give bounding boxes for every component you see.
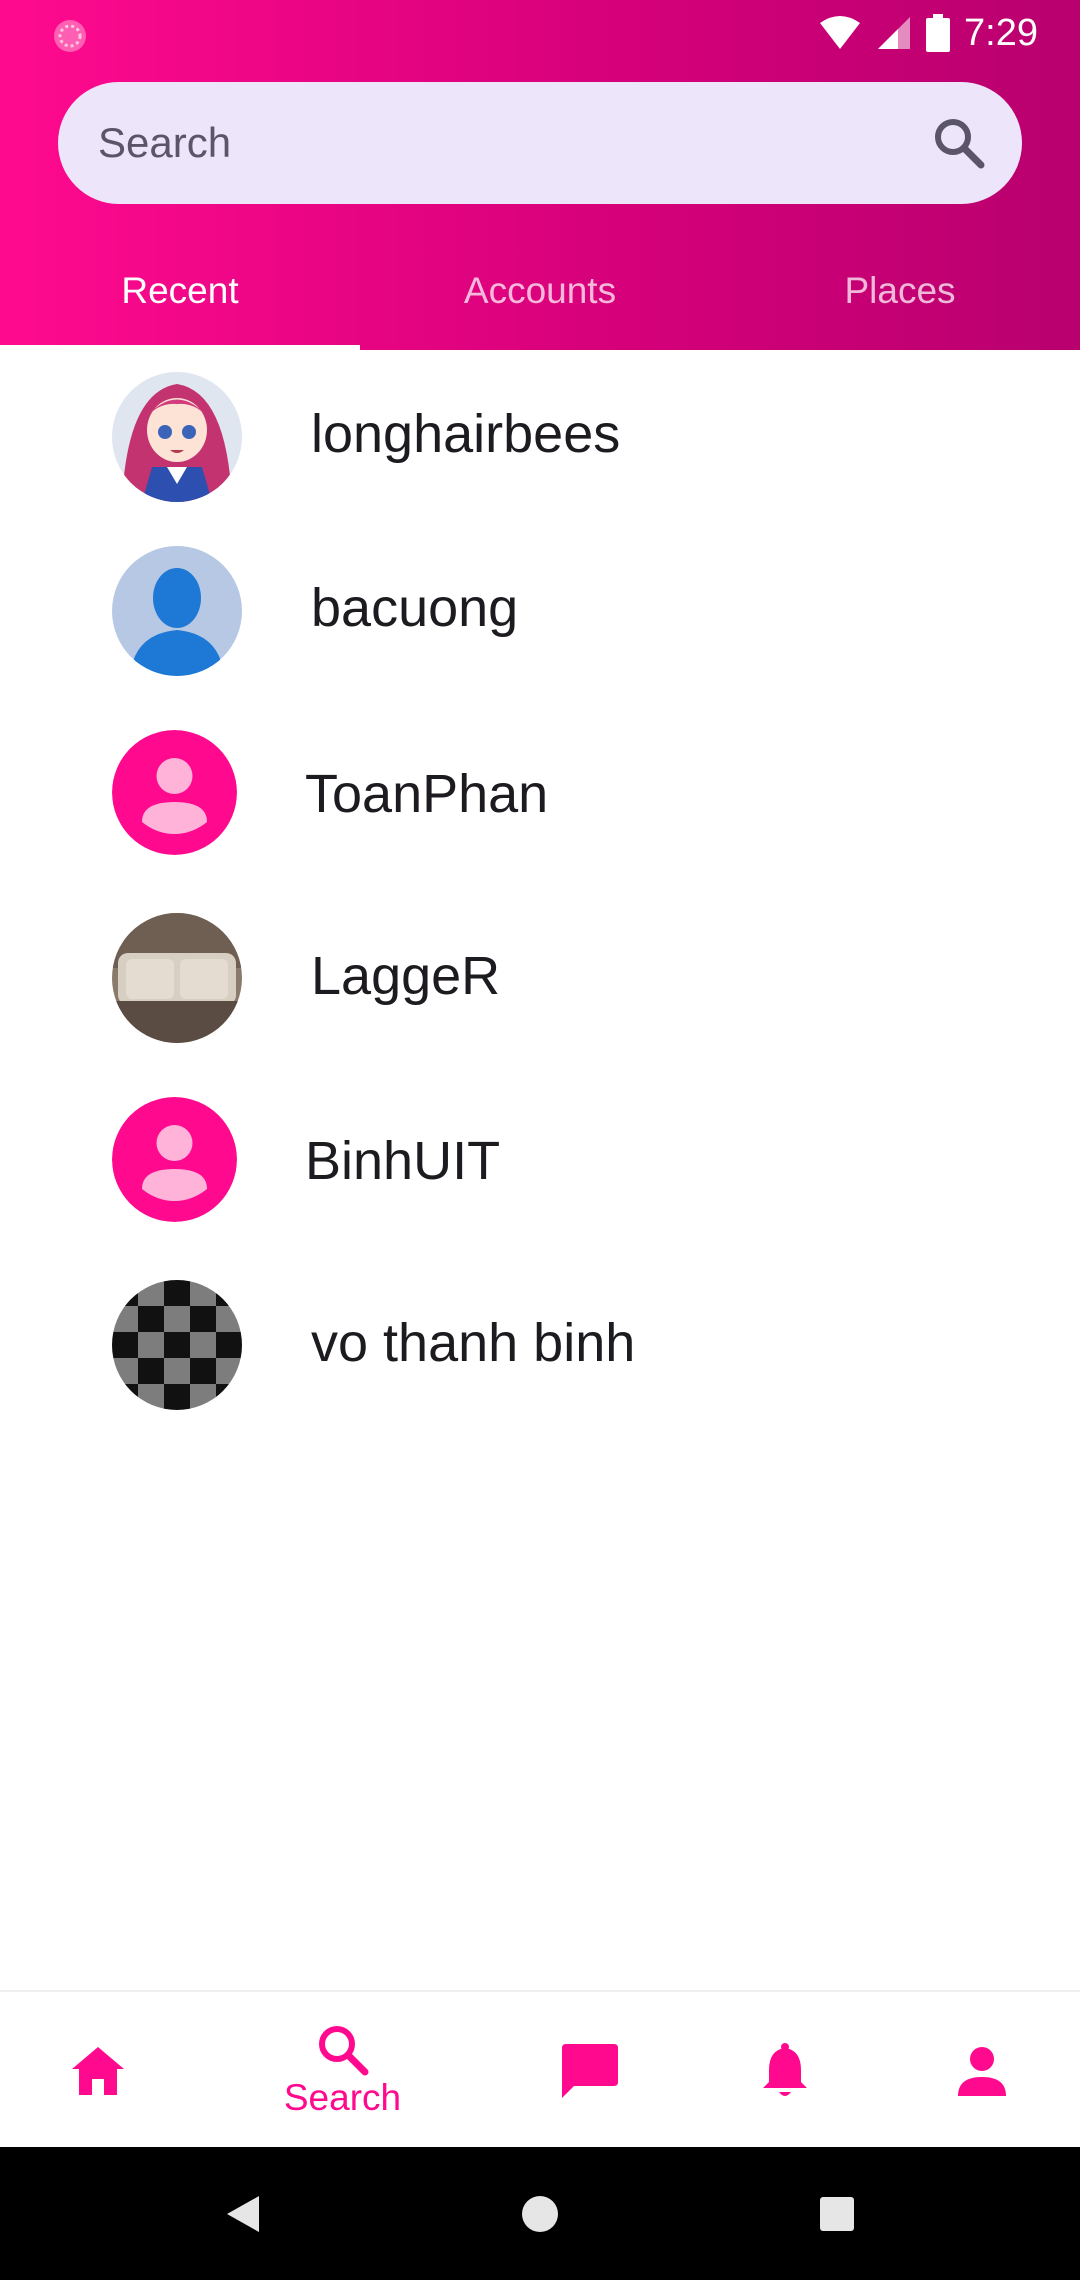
search-icon <box>935 119 985 169</box>
tab-recent[interactable]: Recent <box>0 232 360 350</box>
checkerboard-avatar-image <box>112 1280 242 1410</box>
tab-label: Recent <box>121 270 239 311</box>
username: BinhUIT <box>305 1131 501 1191</box>
app-header: 7:29 Recent Accounts Places <box>0 0 1080 350</box>
avatar <box>112 1280 242 1410</box>
nav-home[interactable] <box>48 1992 148 2149</box>
wifi-icon <box>820 16 861 49</box>
list-item[interactable]: LaggeR <box>0 899 1080 1082</box>
username: LaggeR <box>311 946 501 1006</box>
avatar <box>112 1097 237 1222</box>
home-icon <box>72 2046 124 2095</box>
recents-square-icon <box>820 2196 854 2231</box>
search-icon <box>318 2025 368 2075</box>
search-button[interactable] <box>928 112 990 174</box>
recents-button[interactable] <box>777 2147 897 2280</box>
nav-search[interactable]: Search <box>270 1992 415 2149</box>
anime-avatar-image <box>112 372 242 502</box>
username: longhairbees <box>311 404 621 464</box>
avatar <box>112 546 242 676</box>
avatar <box>112 913 242 1043</box>
home-circle-icon <box>522 2195 558 2232</box>
bottom-navigation: Search <box>0 1990 1080 2149</box>
username: vo thanh binh <box>311 1313 636 1373</box>
bell-icon <box>763 2042 807 2096</box>
back-icon <box>227 2195 259 2232</box>
back-button[interactable] <box>183 2147 303 2280</box>
status-icons: 7:29 <box>818 10 1038 56</box>
app-notification-icon <box>54 20 86 52</box>
search-input[interactable] <box>98 82 898 204</box>
sofa-avatar-image <box>112 913 242 1043</box>
tab-label: Accounts <box>463 270 617 311</box>
username: ToanPhan <box>305 764 549 824</box>
person-icon <box>958 2046 1006 2096</box>
username: bacuong <box>311 578 519 638</box>
nav-messages[interactable] <box>540 1992 640 2149</box>
search-bar[interactable] <box>58 82 1022 204</box>
list-item[interactable]: ToanPhan <box>0 716 1080 899</box>
tab-label: Places <box>844 270 956 311</box>
battery-icon <box>926 14 951 52</box>
list-item[interactable]: BinhUIT <box>0 1082 1080 1265</box>
system-navigation-bar <box>0 2147 1080 2280</box>
avatar <box>112 730 237 855</box>
person-placeholder-icon <box>112 730 237 855</box>
search-tabs: Recent Accounts Places <box>0 232 1080 350</box>
tab-accounts[interactable]: Accounts <box>360 232 720 350</box>
chat-icon <box>562 2043 618 2098</box>
clock: 7:29 <box>964 11 1038 54</box>
list-item[interactable]: bacuong <box>0 533 1080 716</box>
avatar <box>112 372 242 502</box>
status-bar: 7:29 <box>0 0 1080 66</box>
signal-icon <box>878 17 911 49</box>
nav-profile[interactable] <box>932 1992 1032 2149</box>
list-item[interactable]: vo thanh binh <box>0 1265 1080 1448</box>
person-placeholder-icon <box>112 1097 237 1222</box>
nav-search-label: Search <box>283 2076 402 2118</box>
tab-places[interactable]: Places <box>720 232 1080 350</box>
default-profile-icon <box>112 546 242 676</box>
home-system-button[interactable] <box>480 2147 600 2280</box>
list-item[interactable]: longhairbees <box>0 350 1080 533</box>
nav-notifications[interactable] <box>735 1992 835 2149</box>
